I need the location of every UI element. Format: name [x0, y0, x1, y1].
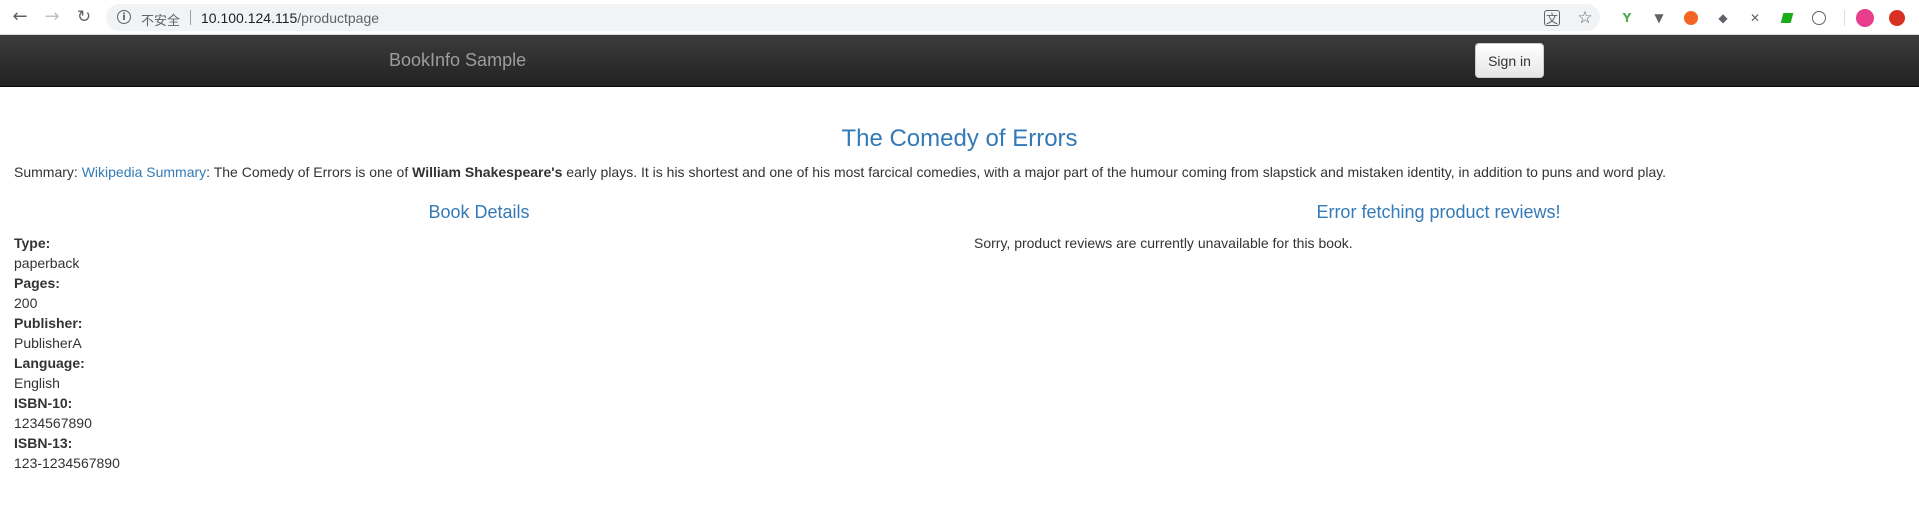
info-icon[interactable]: i: [117, 10, 131, 24]
url-host: 10.100.124.115: [201, 10, 298, 26]
detail-label-type: Type:: [14, 235, 51, 251]
extension-v-icon[interactable]: ▼: [1650, 9, 1668, 27]
address-bar[interactable]: i 不安全 10.100.124.115/productpage 文 ☆: [106, 4, 1600, 31]
wikipedia-summary-link[interactable]: Wikipedia Summary: [82, 164, 206, 180]
detail-value-pages: 200: [14, 295, 38, 311]
omnibox-divider: [190, 10, 191, 25]
browser-toolbar: ← → ↻ i 不安全 10.100.124.115/productpage 文…: [0, 0, 1919, 35]
detail-value-isbn13: 123-1234567890: [14, 455, 120, 471]
extension-green-icon[interactable]: [1778, 9, 1796, 27]
summary-prefix: Summary:: [14, 164, 82, 180]
extension-puzzle-icon[interactable]: ◆: [1714, 9, 1732, 27]
book-summary: Summary: Wikipedia Summary: The Comedy o…: [14, 164, 1666, 180]
extension-x-icon[interactable]: ✕: [1746, 9, 1764, 27]
detail-value-publisher: PublisherA: [14, 335, 82, 351]
back-icon[interactable]: ←: [8, 5, 32, 29]
summary-text: : The Comedy of Errors is one of: [206, 164, 413, 180]
profile-avatar-icon[interactable]: [1856, 9, 1874, 27]
book-title: The Comedy of Errors: [841, 125, 1078, 152]
detail-value-type: paperback: [14, 255, 80, 271]
site-navbar: BookInfo Sample Sign in: [0, 35, 1919, 87]
reload-icon[interactable]: ↻: [72, 5, 96, 29]
update-icon[interactable]: [1888, 9, 1906, 27]
navbar-brand[interactable]: BookInfo Sample: [389, 50, 526, 71]
detail-label-pages: Pages:: [14, 275, 60, 291]
extension-orange-icon[interactable]: [1682, 9, 1700, 27]
extension-y-icon[interactable]: Y: [1618, 9, 1636, 27]
summary-rest: early plays. It is his shortest and one …: [562, 164, 1667, 180]
detail-label-language: Language:: [14, 355, 85, 371]
star-icon[interactable]: ☆: [1576, 8, 1594, 28]
summary-author: William Shakespeare's: [412, 164, 563, 180]
detail-label-publisher: Publisher:: [14, 315, 83, 331]
detail-label-isbn13: ISBN-13:: [14, 435, 73, 451]
detail-label-isbn10: ISBN-10:: [14, 395, 73, 411]
forward-icon[interactable]: →: [40, 5, 64, 29]
reviews-error-heading: Error fetching product reviews!: [1316, 202, 1561, 222]
toolbar-divider: [1844, 10, 1845, 26]
detail-value-language: English: [14, 375, 60, 391]
book-details-heading: Book Details: [428, 202, 530, 222]
reviews-unavailable-message: Sorry, product reviews are currently una…: [974, 235, 1353, 251]
translate-icon[interactable]: 文: [1544, 10, 1560, 26]
extension-circle-icon[interactable]: [1810, 9, 1828, 27]
book-details-list: Type: paperback Pages: 200 Publisher: Pu…: [14, 233, 120, 473]
security-label[interactable]: 不安全: [141, 10, 180, 29]
url-path: /productpage: [297, 10, 380, 26]
sign-in-button[interactable]: Sign in: [1475, 43, 1544, 78]
detail-value-isbn10: 1234567890: [14, 415, 92, 431]
url-text[interactable]: 10.100.124.115/productpage: [201, 10, 379, 26]
